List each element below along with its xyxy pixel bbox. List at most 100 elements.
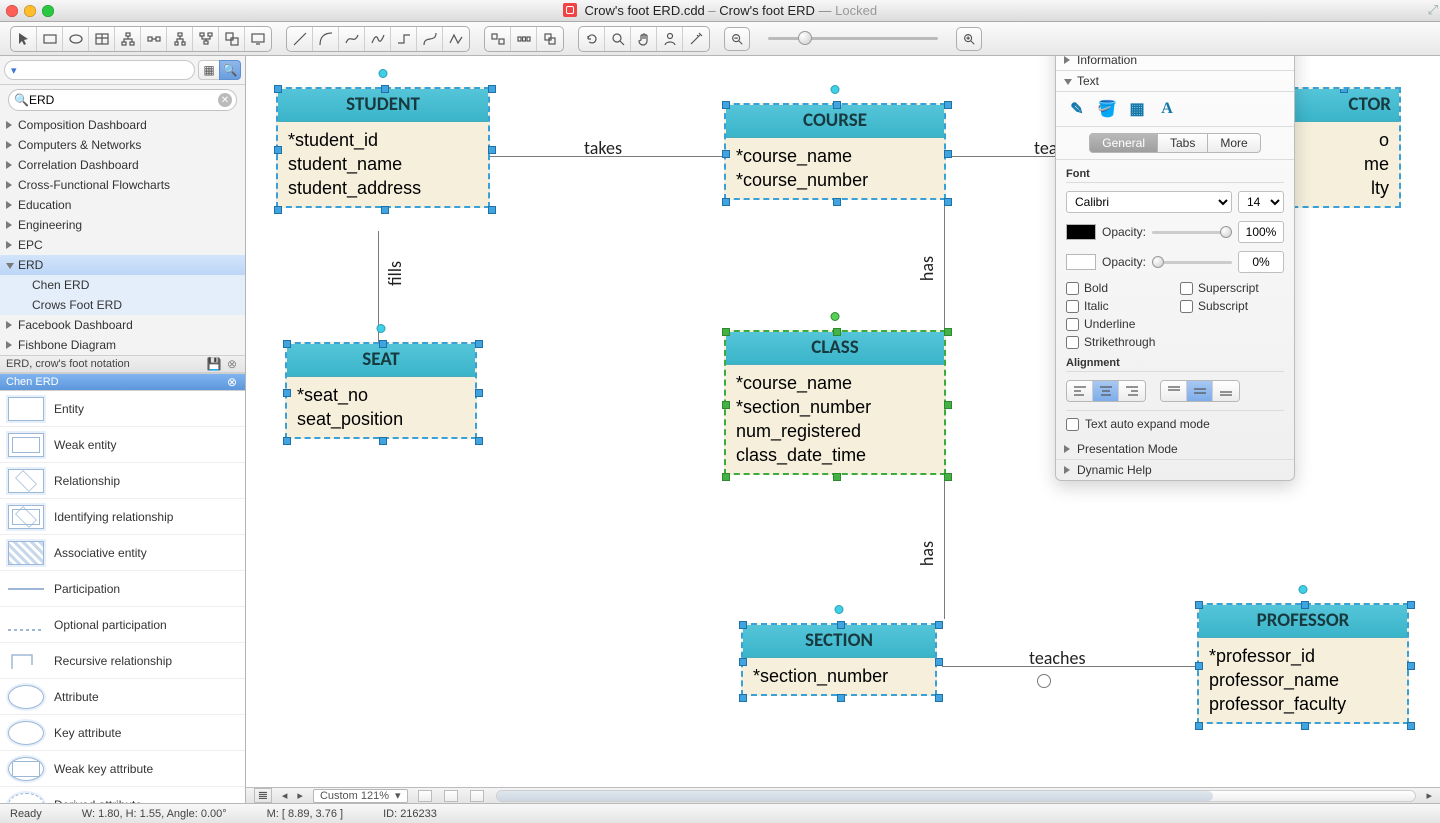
stencil-relationship[interactable]: Relationship <box>0 463 245 499</box>
stencil-identifying-relationship[interactable]: Identifying relationship <box>0 499 245 535</box>
valign-middle-icon[interactable] <box>1187 381 1213 401</box>
tree-item[interactable]: Composition Dashboard <box>0 115 245 135</box>
resize-handle-icon[interactable] <box>488 206 496 214</box>
check-strikethrough[interactable]: Strikethrough <box>1066 335 1170 349</box>
grid-view-icon[interactable]: ▦ <box>198 60 220 80</box>
resize-handle-icon[interactable] <box>935 658 943 666</box>
tree-item[interactable]: Computers & Networks <box>0 135 245 155</box>
bezier-icon[interactable] <box>417 27 443 51</box>
font-icon[interactable]: A <box>1156 98 1178 120</box>
zoom-slider-knob[interactable] <box>798 31 812 45</box>
entity-instructor[interactable]: CTOR o me lty <box>1282 87 1401 208</box>
wand-icon[interactable] <box>683 27 709 51</box>
entity-professor[interactable]: PROFESSOR *professor_id professor_name p… <box>1197 603 1409 724</box>
save-icon[interactable]: 💾 <box>207 357 221 371</box>
tree-tool-icon[interactable] <box>115 27 141 51</box>
panel-section-text[interactable]: Text <box>1056 71 1294 92</box>
tree-item-erd[interactable]: ERD <box>0 255 245 275</box>
resize-handle-icon[interactable] <box>274 85 282 93</box>
panel-section-help[interactable]: Dynamic Help <box>1056 460 1294 480</box>
resize-handle-icon[interactable] <box>379 437 387 445</box>
resize-handle-icon[interactable] <box>475 437 483 445</box>
resize-handle-icon[interactable] <box>1399 146 1401 154</box>
align-right-icon[interactable] <box>1119 381 1145 401</box>
stencil-weak-entity[interactable]: Weak entity <box>0 427 245 463</box>
resize-handle-icon[interactable] <box>739 694 747 702</box>
screen-tool-icon[interactable] <box>245 27 271 51</box>
resize-handle-icon[interactable] <box>833 101 841 109</box>
check-superscript[interactable]: Superscript <box>1180 281 1284 295</box>
check-subscript[interactable]: Subscript <box>1180 299 1284 313</box>
resize-handle-icon[interactable] <box>833 198 841 206</box>
pen-color-icon[interactable]: ✎ <box>1066 98 1088 120</box>
resize-handle-icon[interactable] <box>475 389 483 397</box>
resize-handle-icon[interactable] <box>739 621 747 629</box>
arc-icon[interactable] <box>313 27 339 51</box>
rotate-handle-icon[interactable] <box>1299 585 1308 594</box>
search-mode-icon[interactable]: 🔍 <box>219 60 241 80</box>
resize-handle-icon[interactable] <box>833 473 841 481</box>
stencil-derived-attribute[interactable]: Derived attribute <box>0 787 245 803</box>
resize-handle-icon[interactable] <box>1407 722 1415 730</box>
zoom-out-icon[interactable] <box>724 27 750 51</box>
opacity-slider-1[interactable] <box>1152 231 1232 234</box>
resize-handle-icon[interactable] <box>837 694 845 702</box>
rotate-handle-icon[interactable] <box>379 69 388 78</box>
hierarchy-tool-icon[interactable] <box>167 27 193 51</box>
resize-handle-icon[interactable] <box>1399 87 1401 93</box>
stencil-entity[interactable]: Entity <box>0 391 245 427</box>
resize-handle-icon[interactable] <box>381 85 389 93</box>
valign-bottom-icon[interactable] <box>1213 381 1239 401</box>
entity-class[interactable]: CLASS *course_name *section_number num_r… <box>724 330 946 475</box>
tree-item[interactable]: Education <box>0 195 245 215</box>
stencil-recursive-relationship[interactable]: Recursive relationship <box>0 643 245 679</box>
stencil-optional-participation[interactable]: Optional participation <box>0 607 245 643</box>
distribute-icon[interactable] <box>511 27 537 51</box>
zoom-in-icon[interactable] <box>956 27 982 51</box>
align-icon[interactable] <box>485 27 511 51</box>
ellipse-tool-icon[interactable] <box>63 27 89 51</box>
tree-item[interactable]: Fishbone Diagram <box>0 335 245 355</box>
thumb-1-icon[interactable] <box>418 790 432 802</box>
resize-handle-icon[interactable] <box>1195 722 1203 730</box>
pointer-tool-icon[interactable] <box>11 27 37 51</box>
entity-seat[interactable]: SEAT *seat_no seat_position <box>285 342 477 439</box>
fullscreen-icon[interactable]: ⤢ <box>1428 2 1438 18</box>
tree-item[interactable]: EPC <box>0 235 245 255</box>
panel-section-presentation[interactable]: Presentation Mode <box>1056 439 1294 460</box>
resize-handle-icon[interactable] <box>944 473 952 481</box>
resize-handle-icon[interactable] <box>944 101 952 109</box>
resize-handle-icon[interactable] <box>935 694 943 702</box>
stencil-participation[interactable]: Participation <box>0 571 245 607</box>
resize-handle-icon[interactable] <box>488 85 496 93</box>
align-center-icon[interactable] <box>1093 381 1119 401</box>
resize-handle-icon[interactable] <box>944 328 952 336</box>
group-tool-icon[interactable] <box>219 27 245 51</box>
page-next-icon[interactable]: ▸ <box>297 789 303 802</box>
stencil-key-attribute[interactable]: Key attribute <box>0 715 245 751</box>
check-bold[interactable]: Bold <box>1066 281 1170 295</box>
resize-handle-icon[interactable] <box>1399 206 1401 208</box>
thumb-2-icon[interactable] <box>444 790 458 802</box>
curve-icon[interactable] <box>339 27 365 51</box>
snap-icon[interactable] <box>537 27 563 51</box>
check-italic[interactable]: Italic <box>1066 299 1170 313</box>
thumb-3-icon[interactable] <box>470 790 484 802</box>
rect-tool-icon[interactable] <box>37 27 63 51</box>
resize-handle-icon[interactable] <box>935 621 943 629</box>
font-select[interactable]: Calibri <box>1066 191 1232 213</box>
resize-handle-icon[interactable] <box>1407 601 1415 609</box>
resize-handle-icon[interactable] <box>381 206 389 214</box>
line-icon[interactable] <box>287 27 313 51</box>
resize-handle-icon[interactable] <box>833 328 841 336</box>
resize-handle-icon[interactable] <box>739 658 747 666</box>
zoom-readout[interactable]: Custom 121% ▾ <box>313 789 408 803</box>
resize-handle-icon[interactable] <box>1195 662 1203 670</box>
text-color-swatch[interactable] <box>1066 224 1096 240</box>
tree-item[interactable]: Cross-Functional Flowcharts <box>0 175 245 195</box>
stencil-weak-key-attribute[interactable]: Weak key attribute <box>0 751 245 787</box>
resize-handle-icon[interactable] <box>722 198 730 206</box>
align-left-icon[interactable] <box>1067 381 1093 401</box>
spline-icon[interactable] <box>365 27 391 51</box>
rotate-handle-icon[interactable] <box>377 324 386 333</box>
